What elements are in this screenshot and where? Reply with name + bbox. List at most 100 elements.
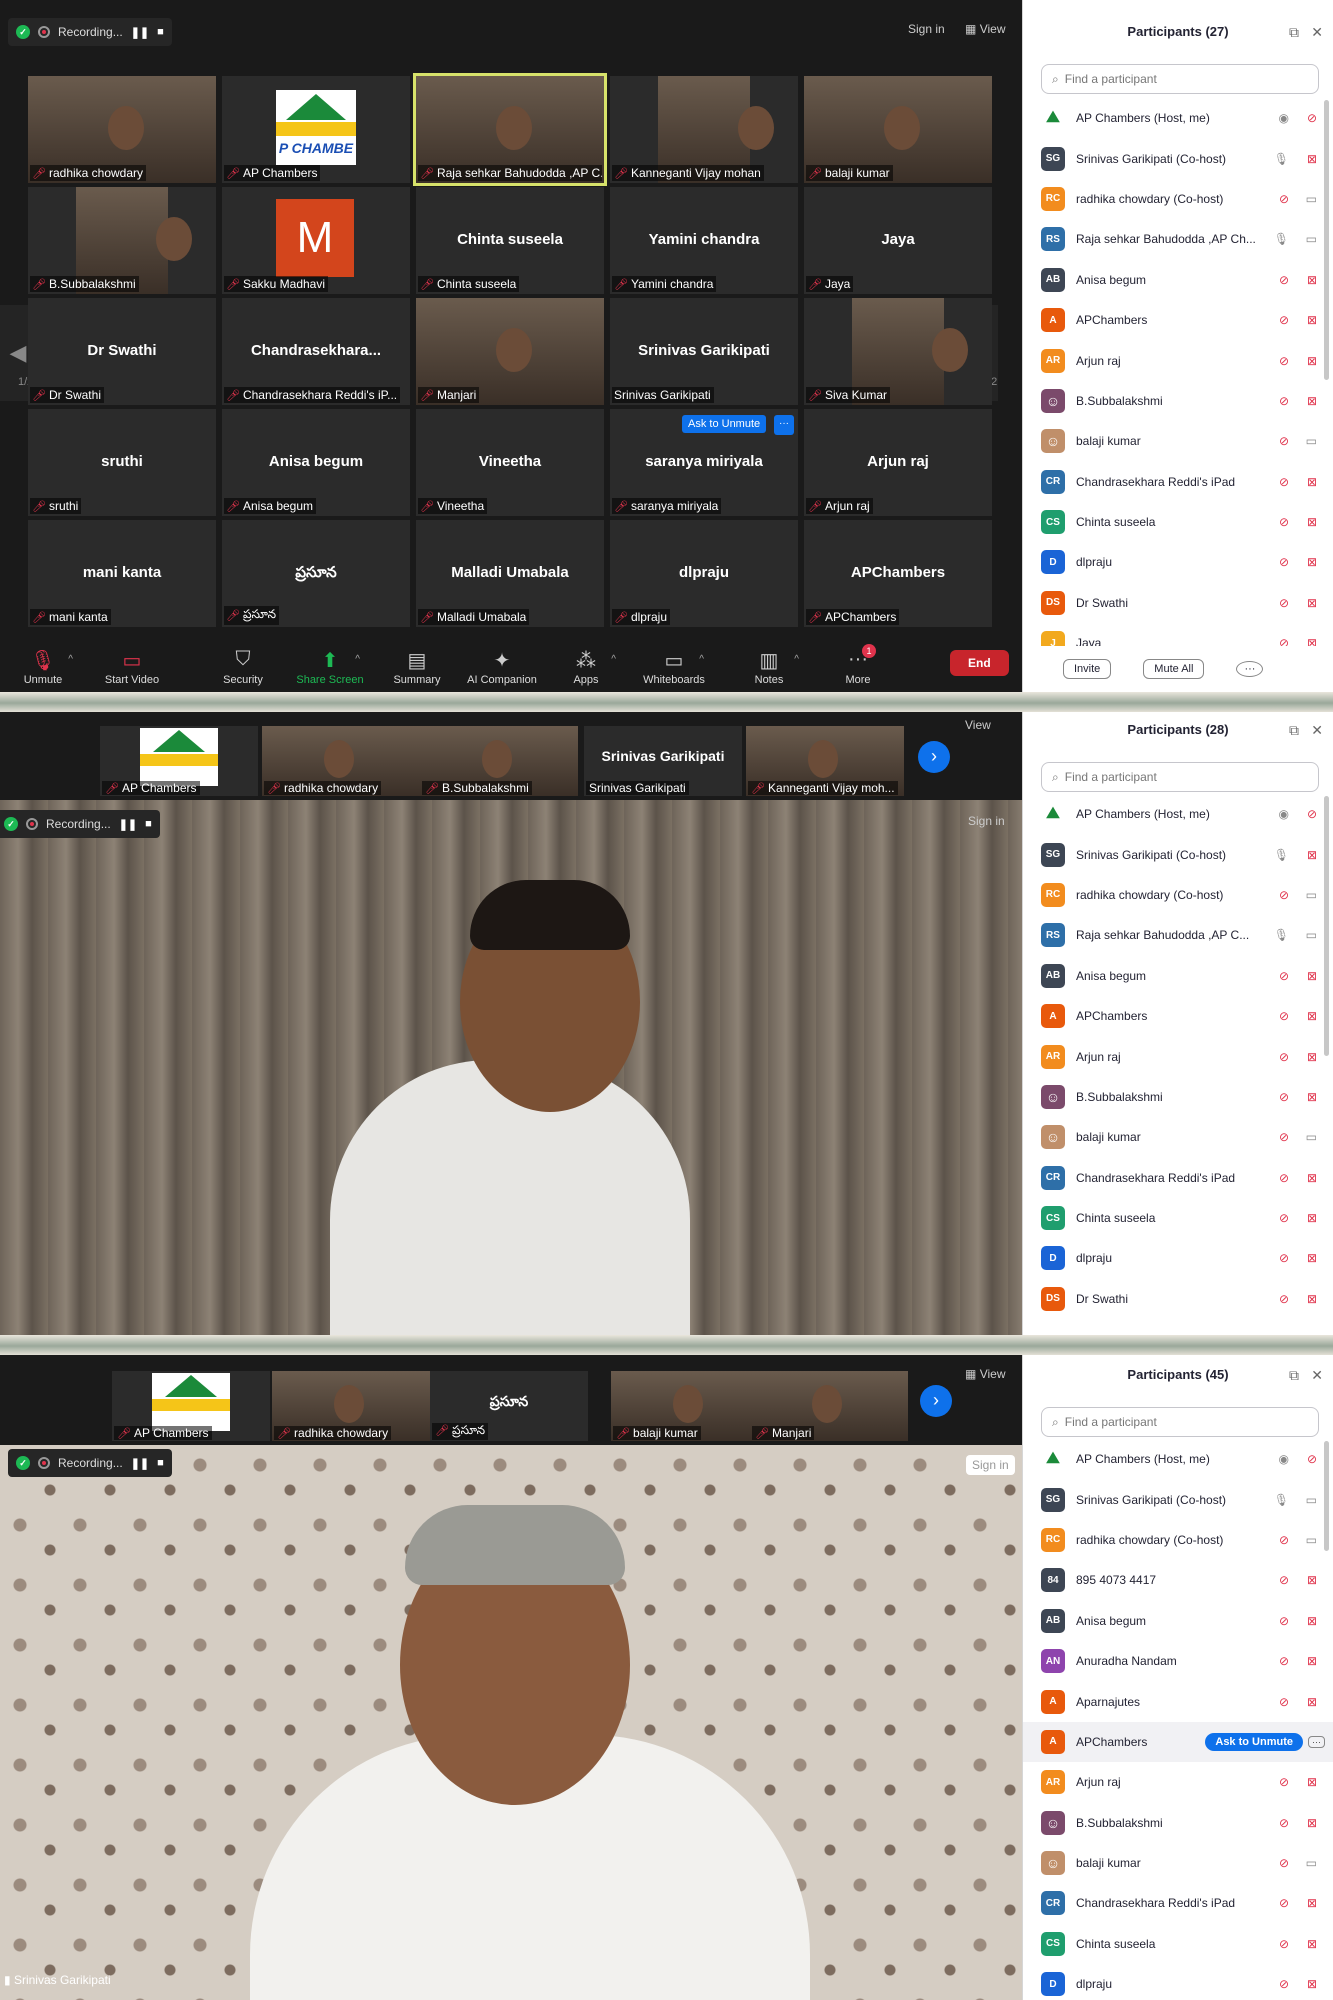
microphone-muted-icon[interactable]: ⊘ — [1279, 1251, 1289, 1265]
microphone-muted-icon[interactable]: ⊘ — [1279, 1292, 1289, 1306]
pause-recording-icon[interactable]: ❚❚ — [131, 1457, 149, 1470]
participant-row[interactable]: AR Arjun raj ⊘ ⊠ — [1023, 1762, 1333, 1802]
microphone-muted-icon[interactable]: ◉ — [1279, 1452, 1289, 1466]
participant-row[interactable]: SG Srinivas Garikipati (Co-host) 🎙 ⊠ — [1023, 138, 1333, 178]
video-icon[interactable]: ▭ — [1306, 232, 1317, 246]
video-off-icon[interactable]: ⊠ — [1307, 152, 1317, 166]
microphone-muted-icon[interactable]: ⊘ — [1307, 1452, 1317, 1466]
participant-tile[interactable]: Anisa begum 🎤︎ Anisa begum — [222, 409, 410, 516]
video-off-icon[interactable]: ⊠ — [1307, 1816, 1317, 1830]
whiteboards-button[interactable]: ▭ Whiteboards ^ — [634, 648, 714, 686]
participant-row[interactable]: ☺ B.Subbalakshmi ⊘ ⊠ — [1023, 1077, 1333, 1117]
microphone-muted-icon[interactable]: ⊘ — [1279, 475, 1289, 489]
video-icon[interactable]: ▭ — [1306, 1533, 1317, 1547]
microphone-muted-icon[interactable]: ⊘ — [1279, 555, 1289, 569]
scrollbar[interactable] — [1324, 796, 1329, 1056]
microphone-muted-icon[interactable]: ⊘ — [1279, 1573, 1289, 1587]
thumbnail-tile[interactable]: 🎤︎ balaji kumar — [611, 1371, 769, 1441]
chevron-up-icon[interactable]: ^ — [794, 654, 799, 665]
participant-search-input[interactable]: ⌕ Find a participant — [1041, 762, 1319, 792]
microphone-muted-icon[interactable]: ⊘ — [1279, 1614, 1289, 1628]
participant-tile[interactable]: Srinivas Garikipati Srinivas Garikipati — [610, 298, 798, 405]
participant-row[interactable]: RS Raja sehkar Bahudodda ,AP Ch... 🎙 ▭ — [1023, 219, 1333, 259]
participant-row[interactable]: CS Chinta suseela ⊘ ⊠ — [1023, 502, 1333, 542]
scrollbar[interactable] — [1324, 1441, 1329, 1551]
thumbnail-tile[interactable]: 🎤︎ Kanneganti Vijay moh... — [746, 726, 904, 796]
participant-row[interactable]: RS Raja sehkar Bahudodda ,AP C... 🎙 ▭ — [1023, 915, 1333, 955]
microphone-muted-icon[interactable]: ⊘ — [1279, 596, 1289, 610]
participant-row[interactable]: ☺ balaji kumar ⊘ ▭ — [1023, 421, 1333, 461]
thumbnail-tile[interactable]: 🎤︎ AP Chambers — [100, 726, 258, 796]
video-icon[interactable]: ▭ — [1306, 434, 1317, 448]
participant-row[interactable]: 84 895 4073 4417 ⊘ ⊠ — [1023, 1560, 1333, 1600]
sign-in-link[interactable]: Sign in — [966, 1455, 1015, 1475]
video-off-icon[interactable]: ⊠ — [1307, 475, 1317, 489]
participant-tile[interactable]: 🎤︎ B.Subbalakshmi — [28, 187, 216, 294]
view-button[interactable]: View — [965, 718, 991, 732]
microphone-muted-icon[interactable]: ⊘ — [1279, 969, 1289, 983]
participant-tile[interactable]: 🎤︎ balaji kumar — [804, 76, 992, 183]
video-off-icon[interactable]: ⊠ — [1307, 515, 1317, 529]
video-off-icon[interactable]: ⊠ — [1307, 1614, 1317, 1628]
participant-tile[interactable]: P CHAMBE 🎤︎ AP Chambers — [222, 76, 410, 183]
microphone-muted-icon[interactable]: ⊘ — [1279, 1533, 1289, 1547]
microphone-muted-icon[interactable]: ⊘ — [1279, 313, 1289, 327]
pop-out-icon[interactable]: ⧉ — [1289, 1367, 1299, 1384]
stop-recording-icon[interactable]: ■ — [157, 1457, 164, 1469]
video-off-icon[interactable]: ⊠ — [1307, 1050, 1317, 1064]
video-icon[interactable]: ▭ — [1306, 1130, 1317, 1144]
pop-out-icon[interactable]: ⧉ — [1289, 722, 1299, 739]
participant-row[interactable]: SG Srinivas Garikipati (Co-host) 🎙 ▭ — [1023, 1479, 1333, 1519]
video-off-icon[interactable]: ⊠ — [1307, 1292, 1317, 1306]
sign-in-link[interactable]: Sign in — [968, 814, 1005, 828]
next-thumbnails-button[interactable]: › — [920, 1385, 952, 1417]
microphone-muted-icon[interactable]: ⊘ — [1279, 1816, 1289, 1830]
participant-row[interactable]: AB Anisa begum ⊘ ⊠ — [1023, 956, 1333, 996]
microphone-muted-icon[interactable]: ⊘ — [1279, 1211, 1289, 1225]
chevron-up-icon[interactable]: ^ — [699, 654, 704, 665]
microphone-icon[interactable]: 🎙 — [1274, 928, 1289, 942]
participant-tile[interactable]: APChambers 🎤︎ APChambers — [804, 520, 992, 627]
microphone-icon[interactable]: 🎙 — [1274, 152, 1289, 166]
participant-tile[interactable]: Chandrasekhara... 🎤︎ Chandrasekhara Reddi'… — [222, 298, 410, 405]
video-icon[interactable]: ▭ — [1306, 1493, 1317, 1507]
microphone-muted-icon[interactable]: ⊘ — [1279, 636, 1289, 646]
participant-row[interactable]: AN Anuradha Nandam ⊘ ⊠ — [1023, 1641, 1333, 1681]
pop-out-icon[interactable]: ⧉ — [1289, 24, 1299, 41]
participant-row[interactable]: CR Chandrasekhara Reddi's iPad ⊘ ⊠ — [1023, 462, 1333, 502]
scrollbar[interactable] — [1324, 100, 1329, 380]
video-off-icon[interactable]: ⊠ — [1307, 969, 1317, 983]
microphone-muted-icon[interactable]: ⊘ — [1279, 354, 1289, 368]
start-video-button[interactable]: ▭ Start Video — [92, 648, 172, 686]
participant-row[interactable]: ☺ balaji kumar ⊘ ▭ — [1023, 1843, 1333, 1883]
chevron-up-icon[interactable]: ^ — [355, 654, 360, 665]
video-off-icon[interactable]: ⊠ — [1307, 1695, 1317, 1709]
thumbnail-tile[interactable]: 🎤︎ Manjari — [750, 1371, 908, 1441]
video-off-icon[interactable]: ⊠ — [1307, 313, 1317, 327]
video-off-icon[interactable]: ⊠ — [1307, 273, 1317, 287]
video-off-icon[interactable]: ⊠ — [1307, 1251, 1317, 1265]
participant-tile[interactable]: sruthi 🎤︎ sruthi — [28, 409, 216, 516]
participant-tile[interactable]: Yamini chandra 🎤︎ Yamini chandra — [610, 187, 798, 294]
microphone-muted-icon[interactable]: ⊘ — [1279, 1977, 1289, 1991]
thumbnail-tile[interactable]: ప్రసూన 🎤︎ ప్రసూన — [430, 1371, 588, 1441]
more-options-button[interactable]: ··· — [1308, 1735, 1325, 1748]
mute-all-button[interactable]: Mute All — [1143, 659, 1205, 679]
video-off-icon[interactable]: ⊠ — [1307, 354, 1317, 368]
participant-row[interactable]: ⛰ AP Chambers (Host, me) ◉ ⊘ — [1023, 1439, 1333, 1479]
thumbnail-tile[interactable]: 🎤︎ radhika chowdary — [272, 1371, 430, 1441]
thumbnail-tile[interactable]: Srinivas Garikipati Srinivas Garikipati — [584, 726, 742, 796]
microphone-muted-icon[interactable]: ⊘ — [1279, 1937, 1289, 1951]
ask-to-unmute-button[interactable]: Ask to Unmute — [682, 415, 767, 433]
close-icon[interactable]: ✕ — [1311, 24, 1323, 41]
microphone-muted-icon[interactable]: ⊘ — [1279, 1695, 1289, 1709]
participant-tile[interactable]: dlpraju 🎤︎ dlpraju — [610, 520, 798, 627]
microphone-muted-icon[interactable]: ⊘ — [1279, 192, 1289, 206]
participant-row[interactable]: CR Chandrasekhara Reddi's iPad ⊘ ⊠ — [1023, 1158, 1333, 1198]
pause-recording-icon[interactable]: ❚❚ — [119, 818, 137, 831]
stop-recording-icon[interactable]: ■ — [145, 818, 152, 830]
microphone-muted-icon[interactable]: ⊘ — [1279, 1896, 1289, 1910]
video-off-icon[interactable]: ⊠ — [1307, 1937, 1317, 1951]
participant-row[interactable]: Ddlpraju ⊘ ⊠ — [1023, 1964, 1333, 2000]
more-button[interactable]: ··· More 1 — [818, 644, 898, 686]
